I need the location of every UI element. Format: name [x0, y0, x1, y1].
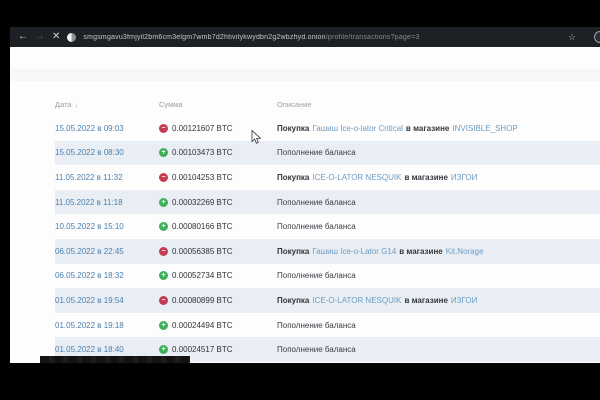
table-row: 01.05.2022 в 19:54 −0.00080899 BTC Покуп…	[55, 288, 600, 313]
table-row: 06.05.2022 в 18:32 +0.00052734 BTC Попол…	[55, 264, 600, 289]
product-link[interactable]: ICE-O-LATOR NESQUIK	[312, 173, 401, 182]
amount: 0.00056385 BTC	[172, 247, 233, 256]
amount: 0.00024517 BTC	[172, 345, 233, 354]
shop-link[interactable]: ИЗГОИ	[451, 173, 477, 182]
product-link[interactable]: Гашиш Ice-o-Lator G14	[312, 247, 396, 256]
stop-icon[interactable]: ✕	[52, 32, 60, 42]
sort-desc-icon: ↓	[75, 102, 78, 109]
transaction-date-link[interactable]: 06.05.2022 в 22:45	[55, 247, 124, 256]
address-bar[interactable]: smgsmgavu3fmjyil2bm6cm3elgm7wmb7d2htivit…	[83, 34, 561, 41]
letterbox-bottom	[0, 363, 600, 400]
header-amount: Сумма	[159, 100, 277, 109]
amount: 0.00104253 BTC	[172, 173, 233, 182]
amount: 0.00024494 BTC	[172, 321, 233, 330]
product-link[interactable]: Гашиш Ice-o-lator Critical	[312, 124, 403, 133]
background-window-edge	[0, 27, 10, 363]
description-label: Пополнение баланса	[277, 198, 356, 207]
back-icon[interactable]: ←	[18, 32, 28, 42]
action-label: Покупка	[277, 124, 309, 133]
table-row: 10.05.2022 в 15:10 +0.00080166 BTC Попол…	[55, 214, 600, 239]
description-label: Пополнение баланса	[277, 222, 356, 231]
description-label: Пополнение баланса	[277, 271, 356, 280]
header-date[interactable]: Дата↓	[55, 100, 159, 109]
amount: 0.00080166 BTC	[172, 222, 233, 231]
screen: ← → ✕ smgsmgavu3fmjyil2bm6cm3elgm7wmb7d2…	[0, 0, 600, 400]
url-path: /profile/transactions?page=3	[326, 34, 420, 41]
description-label: Пополнение баланса	[277, 148, 356, 157]
transactions-table: Дата↓ Сумма Описание 15.05.2022 в 09:03 …	[55, 92, 600, 362]
header-description-label: Описание	[277, 100, 312, 109]
credit-icon: +	[159, 321, 168, 330]
header-date-label: Дата	[55, 100, 72, 109]
credit-icon: +	[159, 345, 168, 354]
action-label: Покупка	[277, 247, 309, 256]
description-label: Пополнение баланса	[277, 345, 356, 354]
transaction-date-link[interactable]: 01.05.2022 в 18:40	[55, 345, 124, 354]
table-row: 15.05.2022 в 09:03 −0.00121607 BTC Покуп…	[55, 116, 600, 141]
debit-icon: −	[159, 296, 168, 305]
bookmark-icon[interactable]: ☆	[568, 32, 576, 43]
action-label: Покупка	[277, 173, 309, 182]
shop-link[interactable]: INVISIBLE_SHOP	[452, 124, 517, 133]
transaction-date-link[interactable]: 01.05.2022 в 19:54	[55, 296, 124, 305]
page-top-band	[10, 69, 600, 81]
in-shop-label: в магазине	[406, 124, 449, 133]
browser-window: ← → ✕ smgsmgavu3fmjyil2bm6cm3elgm7wmb7d2…	[10, 27, 600, 363]
in-shop-label: в магазине	[399, 247, 442, 256]
mouse-cursor	[251, 130, 263, 145]
amount: 0.00103473 BTC	[172, 148, 233, 157]
credit-icon: +	[159, 271, 168, 280]
header-description: Описание	[277, 100, 600, 109]
amount: 0.00080899 BTC	[172, 296, 233, 305]
credit-icon: +	[159, 198, 168, 207]
transaction-date-link[interactable]: 06.05.2022 в 18:32	[55, 271, 124, 280]
in-shop-label: в магазине	[404, 173, 447, 182]
action-label: Покупка	[277, 296, 309, 305]
transaction-date-link[interactable]: 10.05.2022 в 15:10	[55, 222, 124, 231]
in-shop-label: в магазине	[404, 296, 447, 305]
shop-link[interactable]: Kit.Norage	[446, 247, 484, 256]
site-info-icon[interactable]	[67, 33, 76, 42]
table-row: 11.05.2022 в 11:18 +0.00032269 BTC Попол…	[55, 190, 600, 215]
table-row: 01.05.2022 в 19:18 +0.00024494 BTC Попол…	[55, 313, 600, 338]
transactions-page: Дата↓ Сумма Описание 15.05.2022 в 09:03 …	[10, 47, 600, 363]
profile-icon[interactable]	[594, 31, 600, 43]
credit-icon: +	[159, 148, 168, 157]
table-header-row: Дата↓ Сумма Описание	[55, 92, 600, 116]
product-link[interactable]: ICE-O-LATOR NESQUIK	[312, 296, 401, 305]
transaction-date-link[interactable]: 11.05.2022 в 11:32	[55, 173, 123, 182]
header-amount-label: Сумма	[159, 100, 183, 109]
amount: 0.00052734 BTC	[172, 271, 233, 280]
description-label: Пополнение баланса	[277, 321, 356, 330]
transaction-date-link[interactable]: 11.05.2022 в 11:18	[55, 198, 123, 207]
browser-toolbar: ← → ✕ smgsmgavu3fmjyil2bm6cm3elgm7wmb7d2…	[10, 27, 600, 47]
url-host: smgsmgavu3fmjyil2bm6cm3elgm7wmb7d2htivit…	[83, 34, 325, 41]
letterbox-top	[0, 0, 600, 27]
forward-icon[interactable]: →	[35, 32, 45, 42]
amount: 0.00032269 BTC	[172, 198, 233, 207]
transaction-date-link[interactable]: 15.05.2022 в 08:30	[55, 148, 124, 157]
amount: 0.00121607 BTC	[172, 124, 233, 133]
debit-icon: −	[159, 124, 168, 133]
credit-icon: +	[159, 222, 168, 231]
table-row: 06.05.2022 в 22:45 −0.00056385 BTC Покуп…	[55, 239, 600, 264]
debit-icon: −	[159, 247, 168, 256]
debit-icon: −	[159, 173, 168, 182]
table-row: 15.05.2022 в 08:30 +0.00103473 BTC Попол…	[55, 141, 600, 166]
transaction-date-link[interactable]: 01.05.2022 в 19:18	[55, 321, 124, 330]
shop-link[interactable]: ИЗГОИ	[451, 296, 477, 305]
transaction-date-link[interactable]: 15.05.2022 в 09:03	[55, 124, 124, 133]
table-row: 11.05.2022 в 11:32 −0.00104253 BTC Покуп…	[55, 165, 600, 190]
